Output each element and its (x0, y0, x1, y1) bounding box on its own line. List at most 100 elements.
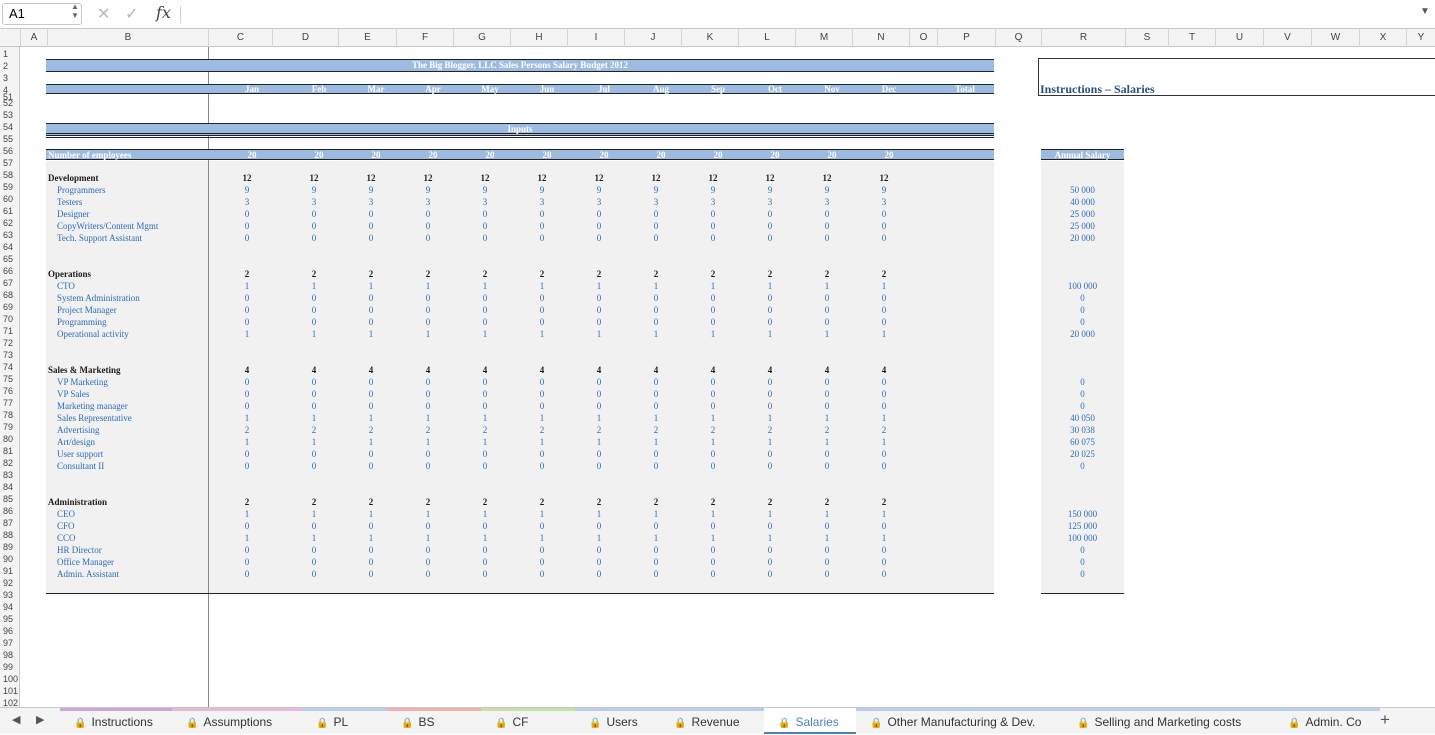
cell-value[interactable]: 0 (232, 208, 262, 220)
row-header[interactable]: 72 (0, 337, 19, 349)
column-header-i[interactable]: I (567, 29, 624, 47)
cell-value[interactable]: 0 (232, 400, 262, 412)
row-header[interactable]: 69 (0, 301, 19, 313)
cell-value[interactable]: 0 (232, 544, 262, 556)
cell-value[interactable]: 0 (299, 448, 329, 460)
cell-value[interactable]: 0 (299, 376, 329, 388)
cell-value[interactable]: 0 (527, 544, 557, 556)
cell-value[interactable]: 2 (527, 424, 557, 436)
annual-salary-value[interactable]: 0 (1041, 556, 1124, 568)
cell-value[interactable]: 0 (812, 232, 842, 244)
cell-value[interactable]: 0 (869, 304, 899, 316)
cell-value[interactable]: 1 (755, 508, 785, 520)
cell-value[interactable]: 0 (527, 520, 557, 532)
column-header-a[interactable]: A (20, 29, 47, 47)
cell-value[interactable]: 1 (755, 412, 785, 424)
cell-value[interactable]: 0 (299, 520, 329, 532)
cell-value[interactable]: 0 (232, 220, 262, 232)
cell-value[interactable]: 1 (698, 280, 728, 292)
cell-value[interactable]: 1 (470, 436, 500, 448)
cell-value[interactable]: 0 (232, 376, 262, 388)
cell-value[interactable]: 1 (755, 532, 785, 544)
cell-value[interactable]: 1 (698, 508, 728, 520)
cell-value[interactable]: 0 (527, 388, 557, 400)
cell-value[interactable]: 1 (869, 280, 899, 292)
cell-value[interactable]: 0 (470, 544, 500, 556)
row-header[interactable]: 70 (0, 313, 19, 325)
section-label[interactable]: Sales & Marketing (48, 364, 198, 376)
column-header-f[interactable]: F (396, 29, 453, 47)
cell-value[interactable]: 9 (356, 184, 386, 196)
cell-value[interactable]: 0 (755, 520, 785, 532)
cell-value[interactable]: 1 (413, 436, 443, 448)
cell-value[interactable]: 0 (356, 316, 386, 328)
section-label[interactable]: Administration (48, 496, 198, 508)
cell-value[interactable]: 0 (232, 520, 262, 532)
cell-value[interactable]: 0 (641, 520, 671, 532)
cell-value[interactable]: 0 (584, 556, 614, 568)
section-total[interactable]: 2 (356, 268, 386, 280)
cell-value[interactable]: 3 (641, 196, 671, 208)
cell-value[interactable]: 1 (413, 532, 443, 544)
cell-value[interactable]: 0 (527, 460, 557, 472)
cell-value[interactable]: 3 (869, 196, 899, 208)
formula-expand-icon[interactable]: ▼ (1420, 6, 1430, 17)
cell-value[interactable]: 2 (812, 424, 842, 436)
cell-value[interactable]: 0 (698, 520, 728, 532)
cell-value[interactable]: 0 (755, 376, 785, 388)
cell-value[interactable]: 0 (869, 544, 899, 556)
cell-value[interactable]: 1 (641, 532, 671, 544)
row-label[interactable]: CopyWriters/Content Mgmt (57, 220, 207, 232)
cell-value[interactable]: 1 (869, 412, 899, 424)
cell-value[interactable]: 2 (232, 424, 262, 436)
row-header[interactable]: 64 (0, 241, 19, 253)
cell-value[interactable]: 0 (641, 556, 671, 568)
cell-value[interactable]: 0 (812, 220, 842, 232)
section-total[interactable]: 4 (232, 364, 262, 376)
cell-value[interactable]: 0 (584, 544, 614, 556)
row-header[interactable]: 87 (0, 517, 19, 529)
cell-value[interactable]: 0 (755, 568, 785, 580)
row-header[interactable]: 2 (0, 60, 19, 72)
cell-value[interactable]: 1 (470, 328, 500, 340)
cell-value[interactable]: 2 (470, 424, 500, 436)
column-header-c[interactable]: C (208, 29, 272, 47)
cell-value[interactable]: 0 (584, 460, 614, 472)
row-header[interactable]: 52 (0, 97, 19, 109)
column-header-j[interactable]: J (624, 29, 681, 47)
cell-value[interactable]: 0 (527, 232, 557, 244)
cell-value[interactable]: 0 (641, 292, 671, 304)
section-total[interactable]: 2 (812, 496, 842, 508)
cell-value[interactable]: 9 (232, 184, 262, 196)
cell-value[interactable]: 0 (755, 304, 785, 316)
tab-other-manufacturing-dev-[interactable]: 🔒 Other Manufacturing & Dev. (856, 708, 1063, 734)
cell-value[interactable]: 0 (584, 376, 614, 388)
section-total[interactable]: 2 (232, 496, 262, 508)
cell-value[interactable]: 2 (869, 424, 899, 436)
cell-value[interactable]: 0 (869, 292, 899, 304)
row-label[interactable]: System Administration (57, 292, 207, 304)
section-total[interactable]: 2 (812, 268, 842, 280)
annual-salary-value[interactable]: 0 (1041, 304, 1124, 316)
section-total[interactable]: 12 (527, 172, 557, 184)
cell-value[interactable]: 0 (356, 304, 386, 316)
section-total[interactable]: 2 (527, 268, 557, 280)
annual-salary-value[interactable]: 0 (1041, 400, 1124, 412)
cell-value[interactable]: 0 (527, 220, 557, 232)
section-total[interactable]: 12 (698, 172, 728, 184)
cell-value[interactable]: 1 (413, 328, 443, 340)
cell-value[interactable]: 0 (299, 232, 329, 244)
section-total[interactable]: 2 (755, 268, 785, 280)
cell-value[interactable]: 1 (232, 436, 262, 448)
cell-value[interactable]: 1 (755, 328, 785, 340)
row-label[interactable]: CFO (57, 520, 207, 532)
row-header[interactable]: 3 (0, 72, 19, 84)
cell-value[interactable]: 1 (527, 436, 557, 448)
cell-value[interactable]: 3 (698, 196, 728, 208)
cell-value[interactable]: 0 (232, 556, 262, 568)
cell-value[interactable]: 0 (356, 292, 386, 304)
cell-value[interactable]: 0 (413, 220, 443, 232)
cell-value[interactable]: 0 (755, 448, 785, 460)
cell-value[interactable]: 1 (470, 532, 500, 544)
row-label[interactable]: Tech. Support Assistant (57, 232, 207, 244)
